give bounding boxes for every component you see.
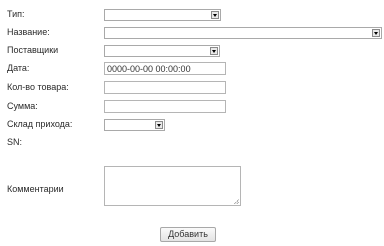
sum-field[interactable]: [104, 100, 226, 113]
chevron-down-icon: [372, 29, 380, 37]
name-select[interactable]: [104, 27, 382, 39]
date-field[interactable]: 0000-00-00 00:00:00: [104, 62, 226, 75]
sn-label: SN:: [7, 137, 23, 147]
sum-label: Сумма:: [7, 101, 38, 111]
date-label: Дата:: [7, 63, 30, 73]
chevron-down-icon: [211, 11, 219, 19]
comment-textarea[interactable]: [104, 166, 241, 206]
quantity-label: Кол-во товара:: [7, 82, 69, 92]
chevron-down-icon: [210, 47, 218, 55]
quantity-field[interactable]: [104, 81, 226, 94]
name-label: Название:: [7, 27, 50, 37]
add-button[interactable]: Добавить: [160, 227, 216, 242]
warehouse-select[interactable]: [104, 119, 165, 131]
chevron-down-icon: [155, 121, 163, 129]
supplier-select[interactable]: [104, 45, 220, 57]
warehouse-label: Склад прихода:: [7, 119, 73, 129]
comment-label: Комментарии: [7, 184, 64, 194]
type-select[interactable]: [104, 9, 221, 21]
supplier-label: Поставщики: [7, 45, 59, 55]
type-label: Тип:: [7, 9, 25, 19]
resize-grip-icon[interactable]: [234, 199, 239, 204]
